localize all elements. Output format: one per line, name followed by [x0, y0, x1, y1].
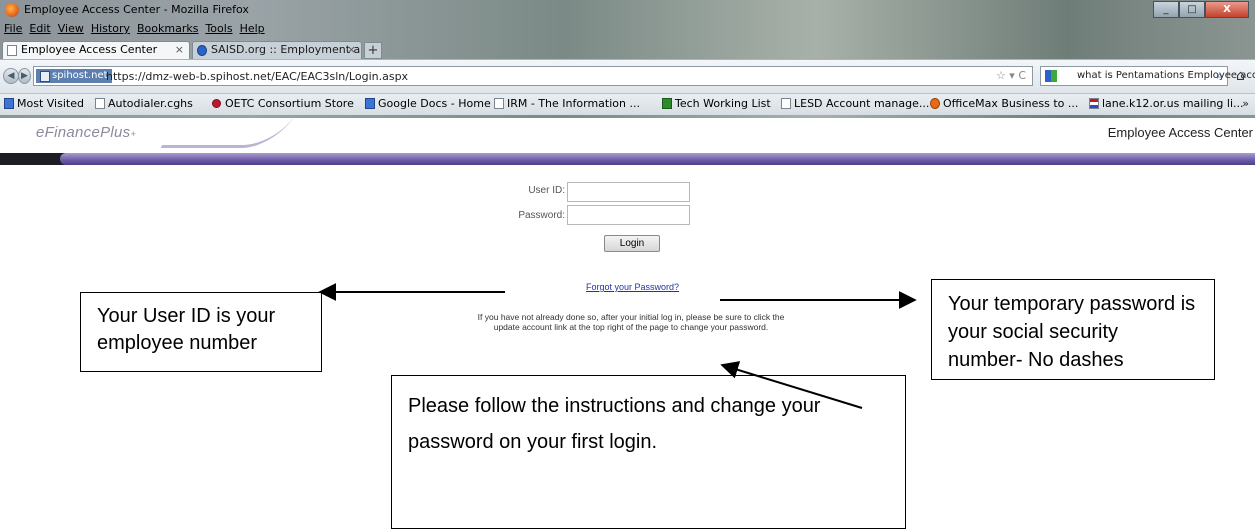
- site-identity-badge[interactable]: spihost.net: [36, 69, 112, 83]
- tab-close-icon[interactable]: ×: [175, 42, 184, 58]
- login-button[interactable]: Login: [604, 235, 660, 252]
- officemax-icon: [930, 98, 940, 109]
- screenshot-root: Employee Access Center - Mozilla Firefox…: [0, 0, 1255, 529]
- bookmark-lane-k12[interactable]: lane.k12.or.us mailing li...: [1089, 97, 1244, 110]
- page-icon: [494, 98, 504, 109]
- bookmark-tech-working-list[interactable]: Tech Working List: [662, 97, 771, 110]
- saisd-favicon-icon: [197, 45, 207, 56]
- bookmark-label: Autodialer.cghs: [108, 97, 193, 110]
- callout-user-id: Your User ID is your employee number: [80, 292, 322, 372]
- url-text[interactable]: https://dmz-web-b.spihost.net/EAC/EAC3sl…: [106, 70, 408, 83]
- url-bar[interactable]: spihost.net https://dmz-web-b.spihost.ne…: [33, 66, 1033, 86]
- efinanceplus-logo: eFinancePlus+: [36, 124, 136, 141]
- brand-text: eFinancePlus: [36, 124, 131, 141]
- header-bar-purple: [60, 153, 1255, 165]
- tab-close-icon[interactable]: ×: [347, 42, 356, 58]
- bookmark-label: Google Docs - Home: [378, 97, 491, 110]
- firefox-logo-icon: [5, 3, 19, 17]
- minimize-button[interactable]: _: [1153, 1, 1179, 18]
- bookmark-label: Most Visited: [17, 97, 84, 110]
- search-bar[interactable]: what is Pentamations Employee access cen…: [1040, 66, 1255, 86]
- forgot-password-link[interactable]: Forgot your Password?: [550, 282, 715, 292]
- search-engine-icon[interactable]: [1045, 70, 1057, 82]
- password-label: Password:: [518, 210, 565, 221]
- brand-mark: +: [130, 129, 137, 139]
- tab-label: Employee Access Center: [21, 43, 158, 56]
- bookmark-icon: [4, 98, 14, 109]
- user-id-label: User ID:: [528, 185, 565, 196]
- page-favicon-icon: [7, 45, 17, 56]
- maximize-button[interactable]: □: [1179, 1, 1205, 18]
- page-icon: [781, 98, 791, 109]
- bookmark-label: OfficeMax Business to ...: [943, 97, 1079, 110]
- sheet-icon: [662, 98, 672, 109]
- browser-chrome: Employee Access Center - Mozilla Firefox…: [0, 0, 1255, 118]
- bookmarks-toolbar: Most Visited Autodialer.cghs OETC Consor…: [0, 93, 1255, 115]
- search-icon[interactable]: ⌕: [1217, 69, 1223, 83]
- bookmark-label: OETC Consortium Store: [225, 97, 354, 110]
- page-header-title: Employee Access Center: [1107, 125, 1253, 140]
- bookmark-lesd-account[interactable]: LESD Account manage...: [781, 97, 929, 110]
- bookmark-most-visited[interactable]: Most Visited: [4, 97, 84, 110]
- menu-bar: File Edit View History Bookmarks Tools H…: [0, 22, 265, 38]
- search-input[interactable]: what is Pentamations Employee access cen…: [1077, 70, 1255, 81]
- menu-tools[interactable]: Tools: [205, 22, 232, 38]
- menu-bookmarks[interactable]: Bookmarks: [137, 22, 198, 38]
- header-bar: [0, 153, 1255, 165]
- bookmark-label: LESD Account manage...: [794, 97, 930, 110]
- window-controls: _ □ X: [1153, 1, 1249, 18]
- home-icon[interactable]: ⌂: [1236, 68, 1245, 84]
- bookmark-label: lane.k12.or.us mailing li...: [1102, 97, 1244, 110]
- tab-employee-access-center[interactable]: Employee Access Center ×: [2, 41, 190, 59]
- menu-history[interactable]: History: [91, 22, 130, 38]
- tab-strip: Employee Access Center × SAISD.org :: Em…: [0, 39, 1255, 59]
- window-titlebar: Employee Access Center - Mozilla Firefox…: [0, 0, 1255, 22]
- flag-icon: [1089, 98, 1099, 109]
- new-tab-button[interactable]: +: [364, 42, 382, 59]
- close-window-button[interactable]: X: [1205, 1, 1249, 18]
- bookmark-oetc[interactable]: OETC Consortium Store: [212, 97, 354, 110]
- bookmark-autodialer[interactable]: Autodialer.cghs: [95, 97, 193, 110]
- forward-arrow-icon[interactable]: ▶: [18, 68, 31, 84]
- google-docs-icon: [365, 98, 375, 109]
- logo-swoosh: [160, 118, 300, 148]
- page-icon: [95, 98, 105, 109]
- window-title: Employee Access Center - Mozilla Firefox: [24, 3, 249, 16]
- bookmark-officemax[interactable]: OfficeMax Business to ...: [930, 97, 1078, 110]
- navigation-toolbar: ◀ ▶ spihost.net https://dmz-web-b.spihos…: [0, 59, 1255, 93]
- bookmark-irm[interactable]: IRM - The Information ...: [494, 97, 640, 110]
- back-arrow-icon[interactable]: ◀: [3, 68, 19, 84]
- tab-saisd-employment[interactable]: SAISD.org :: Employment and... ×: [192, 41, 362, 59]
- menu-edit[interactable]: Edit: [29, 22, 50, 38]
- password-change-notice: If you have not already done so, after y…: [477, 312, 785, 332]
- page-banner: eFinancePlus+ Employee Access Center: [0, 118, 1255, 158]
- bookmark-star-reload-icon[interactable]: ☆ ▾ C: [996, 69, 1026, 82]
- password-input[interactable]: [567, 205, 690, 225]
- bookmark-label: Tech Working List: [675, 97, 771, 110]
- menu-help[interactable]: Help: [240, 22, 265, 38]
- bookmark-label: IRM - The Information ...: [507, 97, 640, 110]
- callout-instructions: Please follow the instructions and chang…: [391, 375, 906, 529]
- menu-view[interactable]: View: [58, 22, 84, 38]
- oetc-icon: [212, 99, 221, 108]
- user-id-input[interactable]: [567, 182, 690, 202]
- menu-file[interactable]: File: [4, 22, 22, 38]
- callout-password: Your temporary password is your social s…: [931, 279, 1215, 380]
- bookmarks-overflow-icon[interactable]: »: [1242, 97, 1249, 110]
- tab-label: SAISD.org :: Employment and...: [211, 43, 361, 56]
- bookmark-google-docs[interactable]: Google Docs - Home: [365, 97, 491, 110]
